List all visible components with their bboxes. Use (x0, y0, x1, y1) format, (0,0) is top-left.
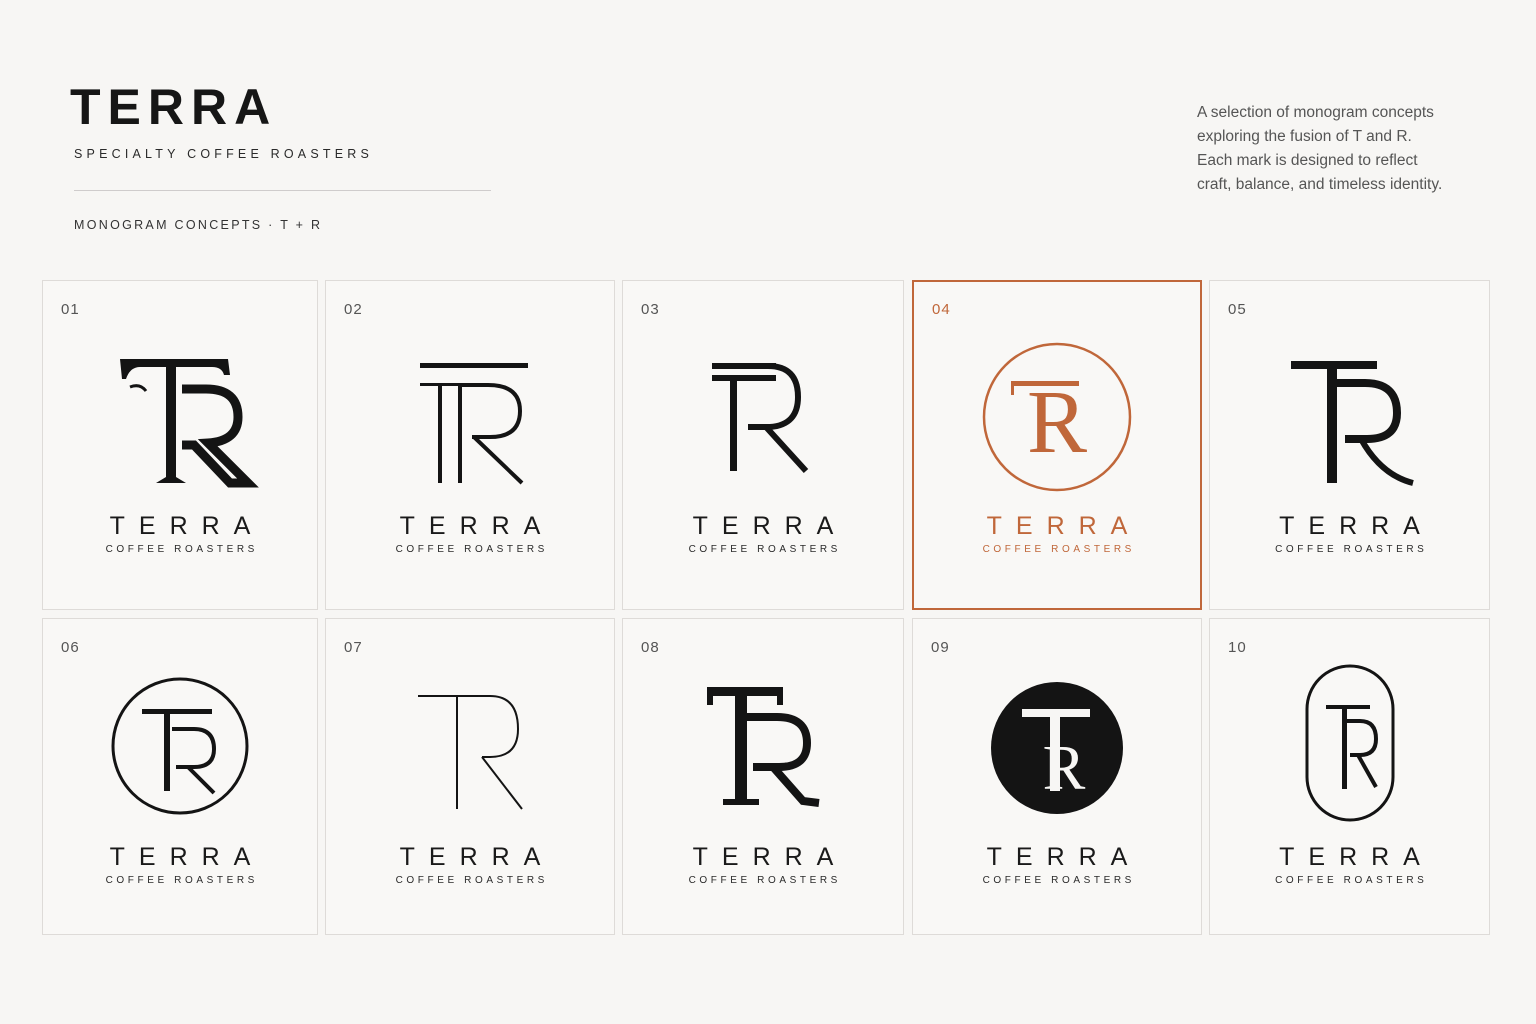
wordmark: TERRA (109, 512, 265, 540)
tagline: COFFEE ROASTERS (1275, 875, 1428, 886)
wordmark: TERRA (399, 512, 555, 540)
wordmark: TERRA (986, 512, 1142, 540)
concept-number: 04 (932, 301, 951, 318)
tagline: COFFEE ROASTERS (1275, 544, 1428, 555)
concept-card-08[interactable]: 08 TERRA COFFEE ROASTERS (622, 618, 904, 935)
tagline: COFFEE ROASTERS (395, 875, 548, 886)
concept-card-04[interactable]: 04 R TERRA COFFEE ROASTERS (912, 280, 1202, 610)
concept-card-01[interactable]: 01 TERRA COFFEE ROASTERS (42, 280, 318, 610)
brand-title: TERRA (70, 79, 278, 135)
wordmark: TERRA (1279, 843, 1434, 871)
concept-card-09[interactable]: 09 R TERRA COFFEE ROASTERS (912, 618, 1202, 935)
section-label: MONOGRAM CONCEPTS · T + R (74, 218, 323, 232)
monogram-mark (623, 683, 903, 811)
concept-card-02[interactable]: 02 TERRA COFFEE ROASTERS (325, 280, 615, 610)
monogram-mark: R (914, 340, 1200, 494)
wordmark: TERRA (399, 843, 555, 871)
concept-number: 06 (61, 639, 80, 656)
monogram-mark (623, 359, 903, 479)
concept-number: 09 (931, 639, 950, 656)
concept-card-06[interactable]: 06 TERRA COFFEE ROASTERS (42, 618, 318, 935)
tagline: COFFEE ROASTERS (105, 544, 258, 555)
monogram-mark (1210, 663, 1489, 823)
intro-line: craft, balance, and timeless identity. (1197, 176, 1443, 193)
concept-card-07[interactable]: 07 TERRA COFFEE ROASTERS (325, 618, 615, 935)
wordmark: TERRA (692, 843, 848, 871)
intro-line: Each mark is designed to reflect (1197, 152, 1418, 169)
concept-number: 05 (1228, 301, 1247, 318)
concept-card-03[interactable]: 03 TERRA COFFEE ROASTERS (622, 280, 904, 610)
brand-subtitle: SPECIALTY COFFEE ROASTERS (74, 147, 374, 161)
intro-text: A selection of monogram concepts explori… (1197, 101, 1497, 197)
tagline: COFFEE ROASTERS (688, 544, 841, 555)
concept-number: 03 (641, 301, 660, 318)
concept-number: 01 (61, 301, 80, 318)
wordmark: TERRA (692, 512, 848, 540)
tagline: COFFEE ROASTERS (982, 544, 1135, 555)
intro-line: A selection of monogram concepts (1197, 104, 1434, 121)
tagline: COFFEE ROASTERS (395, 544, 548, 555)
tagline: COFFEE ROASTERS (982, 875, 1135, 886)
monogram-mark: R (913, 681, 1201, 815)
wordmark: TERRA (1279, 512, 1434, 540)
monogram-mark (1210, 357, 1489, 487)
tagline: COFFEE ROASTERS (688, 875, 841, 886)
wordmark: TERRA (986, 843, 1142, 871)
monogram-mark (326, 693, 614, 813)
monogram-mark (43, 675, 317, 817)
header-divider (74, 190, 491, 191)
monogram-mark (43, 347, 317, 488)
concept-card-10[interactable]: 10 TERRA COFFEE ROASTERS (1209, 618, 1490, 935)
intro-line: exploring the fusion of T and R. (1197, 128, 1412, 145)
svg-text:R: R (1043, 732, 1086, 803)
tagline: COFFEE ROASTERS (105, 875, 258, 886)
concept-number: 10 (1228, 639, 1247, 656)
concept-number: 07 (344, 639, 363, 656)
svg-text:R: R (1027, 373, 1087, 472)
concept-number: 02 (344, 301, 363, 318)
concept-card-05[interactable]: 05 TERRA COFFEE ROASTERS (1209, 280, 1490, 610)
wordmark: TERRA (109, 843, 265, 871)
monogram-mark (326, 359, 614, 489)
concept-number: 08 (641, 639, 660, 656)
